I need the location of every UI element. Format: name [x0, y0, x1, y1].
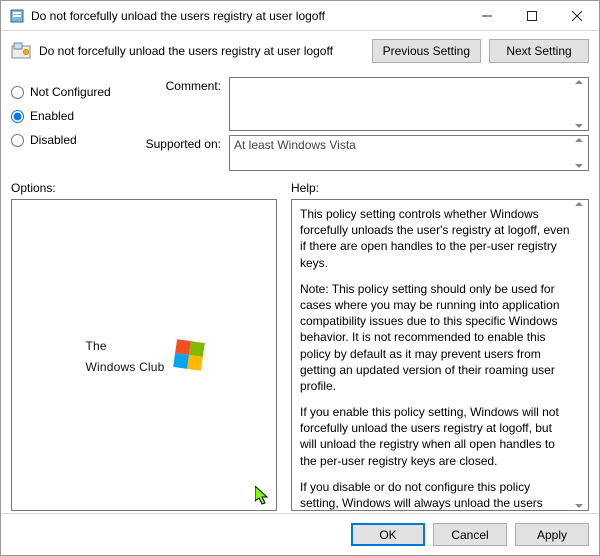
dialog-footer: OK Cancel Apply: [1, 513, 599, 555]
previous-setting-button[interactable]: Previous Setting: [372, 39, 481, 63]
help-label: Help:: [291, 181, 319, 195]
help-paragraph: If you enable this policy setting, Windo…: [300, 404, 570, 469]
radio-enabled[interactable]: Enabled: [11, 109, 129, 123]
supported-textarea: At least Windows Vista: [229, 135, 589, 171]
options-label: Options:: [11, 181, 277, 195]
section-labels: Options: Help:: [11, 181, 589, 195]
radio-not-configured[interactable]: Not Configured: [11, 85, 129, 99]
radio-enabled-input[interactable]: [11, 110, 24, 123]
scrollbar[interactable]: [572, 80, 586, 128]
meta-column: Comment: Supported on: At least Windows …: [139, 77, 589, 171]
watermark-logo: The Windows Club: [85, 334, 202, 376]
options-panel: The Windows Club: [11, 199, 277, 511]
comment-textarea[interactable]: [229, 77, 589, 131]
state-radios: Not Configured Enabled Disabled: [11, 77, 129, 171]
radio-label: Enabled: [30, 109, 74, 123]
comment-row: Comment:: [139, 77, 589, 131]
policy-large-icon: [11, 42, 31, 60]
header-row: Do not forcefully unload the users regis…: [1, 31, 599, 71]
windows-flag-icon: [173, 339, 205, 371]
help-panel[interactable]: This policy setting controls whether Win…: [291, 199, 589, 511]
maximize-button[interactable]: [509, 1, 554, 30]
help-paragraph: This policy setting controls whether Win…: [300, 206, 570, 271]
scrollbar[interactable]: [572, 202, 586, 508]
config-row: Not Configured Enabled Disabled Comment:: [11, 77, 589, 171]
help-paragraph: Note: This policy setting should only be…: [300, 281, 570, 394]
apply-button[interactable]: Apply: [515, 523, 589, 546]
ok-button[interactable]: OK: [351, 523, 425, 546]
help-paragraph: If you disable or do not configure this …: [300, 479, 570, 511]
titlebar[interactable]: Do not forcefully unload the users regis…: [1, 1, 599, 31]
minimize-button[interactable]: [464, 1, 509, 30]
supported-row: Supported on: At least Windows Vista: [139, 135, 589, 171]
comment-label: Comment:: [139, 77, 221, 93]
scrollbar[interactable]: [572, 138, 586, 168]
policy-name: Do not forcefully unload the users regis…: [39, 44, 364, 58]
cancel-button[interactable]: Cancel: [433, 523, 507, 546]
window-controls: [464, 1, 599, 30]
window: Do not forcefully unload the users regis…: [0, 0, 600, 556]
window-title: Do not forcefully unload the users regis…: [31, 9, 464, 23]
radio-disabled-input[interactable]: [11, 134, 24, 147]
panels: The Windows Club This policy setting con…: [11, 199, 589, 511]
body: Not Configured Enabled Disabled Comment:: [1, 71, 599, 513]
logo-text: The Windows Club: [85, 334, 164, 376]
supported-label: Supported on:: [139, 135, 221, 151]
radio-disabled[interactable]: Disabled: [11, 133, 129, 147]
supported-value: At least Windows Vista: [234, 138, 356, 152]
radio-not-configured-input[interactable]: [11, 86, 24, 99]
next-setting-button[interactable]: Next Setting: [489, 39, 589, 63]
radio-label: Disabled: [30, 133, 77, 147]
close-button[interactable]: [554, 1, 599, 30]
policy-icon: [9, 8, 25, 24]
radio-label: Not Configured: [30, 85, 111, 99]
